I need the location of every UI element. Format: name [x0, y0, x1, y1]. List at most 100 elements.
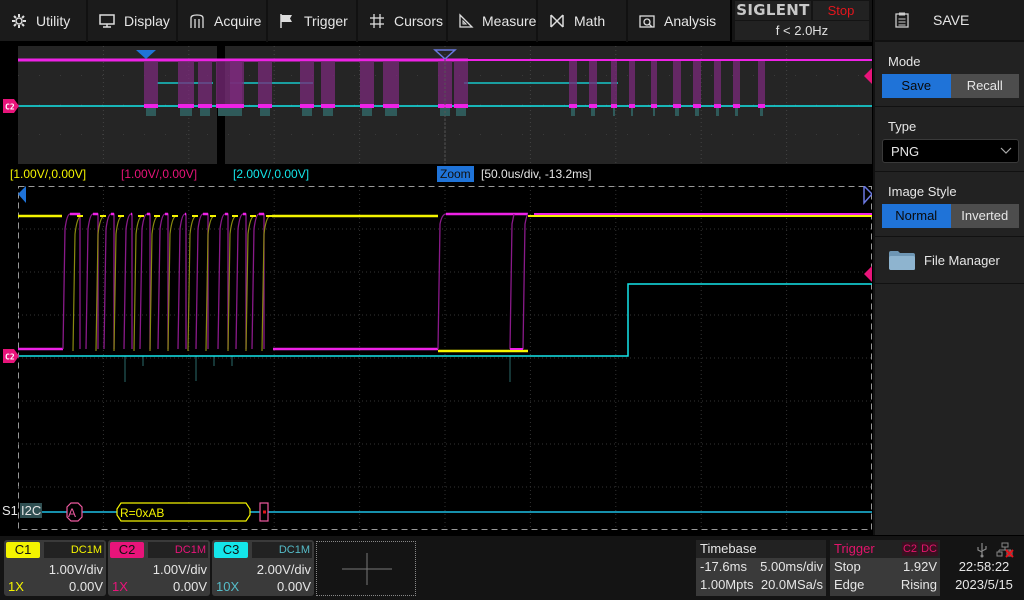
overview-burst [230, 61, 244, 106]
decode-address-text: A [68, 506, 77, 520]
style-inverted-button[interactable]: Inverted [950, 204, 1019, 228]
menu-math[interactable]: Math [538, 0, 628, 42]
network-disconnected-icon [996, 542, 1014, 558]
acquire-icon [188, 12, 206, 30]
mode-toggle: Save Recall [882, 74, 1019, 98]
menu-analysis[interactable]: Analysis [628, 0, 730, 42]
c1-data-edge [261, 215, 271, 352]
menu-utility[interactable]: Utility [0, 0, 88, 42]
channel-c1-box[interactable]: C1 DC1M 1.00V/div 1X 0.00V [4, 540, 106, 596]
menu-display-label: Display [124, 13, 170, 29]
overview-burst [144, 61, 158, 106]
overview-burst-tail [695, 108, 699, 116]
decode-data-text: R=0xAB [120, 506, 165, 520]
overview-burst-tail [200, 108, 210, 116]
overview-burst [360, 61, 374, 106]
main-waveform-grid[interactable] [18, 186, 872, 530]
clock-date: 2023/5/15 [955, 577, 1013, 592]
run-stop-status[interactable]: Stop [813, 1, 869, 20]
add-channel-button[interactable] [316, 541, 416, 596]
c3-coupling: DC1M [252, 542, 312, 558]
overview-burst-low [629, 104, 635, 108]
menu-trigger-label: Trigger [304, 13, 348, 29]
c2-offset: 0.00V [173, 579, 207, 594]
overview-burst-low [733, 104, 740, 108]
clipboard-icon [895, 12, 909, 28]
zoom-right-marker [863, 186, 872, 205]
decode-bus-label: S1 [2, 503, 18, 518]
overview-burst [198, 61, 212, 106]
menu-utility-label: Utility [36, 13, 71, 29]
trigger-level: 1.92V [903, 559, 937, 574]
cursors-grid-icon [368, 12, 386, 30]
trigger-slope: Rising [900, 577, 937, 592]
overview-burst-tail [323, 108, 333, 116]
overview-burst [714, 61, 721, 106]
menu-display[interactable]: Display [88, 0, 178, 42]
trigger-box[interactable]: Trigger C2 DC Stop 1.92V Edge Rising [830, 540, 940, 596]
overview-burst-low [321, 104, 335, 108]
overview-waveform[interactable] [18, 46, 872, 164]
c2-trigger-level-marker [864, 68, 872, 84]
c2-clock-edge [139, 213, 151, 350]
trigger-delay-marker [18, 186, 26, 203]
timebase-box[interactable]: Timebase -17.6ms 5.00ms/div 1.00Mpts 20.0M… [696, 540, 826, 596]
overview-burst-low [589, 104, 597, 108]
c1-data-edge [149, 215, 159, 352]
overview-burst-low [714, 104, 721, 108]
overview-burst-tail [571, 108, 575, 116]
gear-icon [10, 12, 28, 30]
image-style-toggle: Normal Inverted [882, 204, 1019, 228]
menu-math-label: Math [574, 13, 606, 29]
c2-edge [522, 213, 529, 350]
overview-burst [673, 61, 681, 106]
clock-time: 22:58:22 [958, 559, 1010, 574]
type-dropdown[interactable]: PNG [882, 139, 1019, 163]
menu-acquire[interactable]: Acquire [178, 0, 268, 42]
trigger-coupling: DC [920, 542, 938, 556]
overview-burst-low [673, 104, 681, 108]
c2-level-marker-main: C2 [3, 349, 19, 363]
c1-data-edge [113, 215, 123, 352]
overview-burst [258, 61, 272, 106]
zoom-tag[interactable]: Zoom [437, 166, 474, 182]
trigger-type: Edge [834, 577, 865, 592]
file-manager-button[interactable]: File Manager [882, 237, 1019, 283]
overview-burst [383, 61, 399, 106]
channel-c3-box[interactable]: C3 DC1M 2.00V/div 10X 0.00V [212, 540, 314, 596]
menu-cursors[interactable]: Cursors [358, 0, 448, 42]
timebase-scale: 5.00ms/div [760, 559, 823, 574]
mode-save-button[interactable]: Save [882, 74, 951, 98]
mode-section: Mode Save Recall [875, 42, 1024, 107]
trigger-label: Trigger [834, 541, 875, 556]
overview-burst [758, 61, 765, 106]
ruler-triangle-icon [458, 12, 474, 30]
overview-burst [569, 61, 577, 106]
overview-burst [589, 61, 597, 106]
c2-probe: 1X [112, 579, 128, 594]
overview-burst-low [144, 104, 158, 108]
overview-burst-low [300, 104, 314, 108]
overview-burst [321, 61, 335, 106]
save-side-panel: SAVE Mode Save Recall Type PNG Image Sty… [873, 0, 1024, 535]
overview-burst [733, 61, 740, 106]
siglent-logo: SIGLENT [735, 1, 811, 20]
c2-clock-edge [103, 213, 115, 350]
menu-measure[interactable]: Measure [448, 0, 538, 42]
c2-edge [509, 213, 515, 350]
overview-burst-low [693, 104, 701, 108]
folder-icon [889, 251, 915, 270]
menu-acquire-label: Acquire [214, 13, 262, 29]
timebase-label: Timebase [696, 540, 826, 558]
type-section: Type PNG [875, 107, 1024, 172]
overview-burst-low [360, 104, 374, 108]
oscilloscope-screen: Utility Display Acquire Trigger Cursors … [0, 0, 1024, 600]
mode-recall-button[interactable]: Recall [950, 74, 1019, 98]
main-plot [18, 186, 872, 530]
overview-burst-low [611, 104, 617, 108]
menu-trigger[interactable]: Trigger [268, 0, 358, 42]
c3-scale: 2.00V/div [256, 562, 311, 577]
c1-scale: 1.00V/div [48, 562, 103, 577]
channel-c2-box[interactable]: C2 DC1M 1.00V/div 1X 0.00V [108, 540, 210, 596]
style-normal-button[interactable]: Normal [882, 204, 951, 228]
